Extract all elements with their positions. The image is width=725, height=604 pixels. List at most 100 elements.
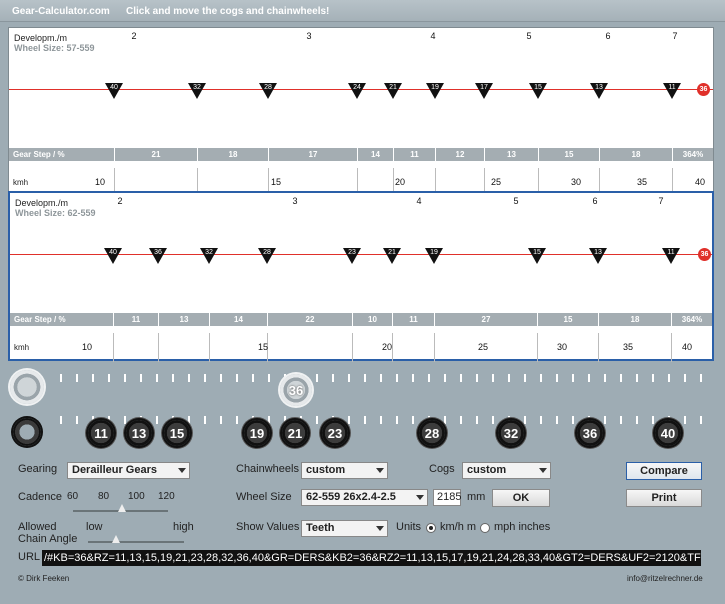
kmh-tick: 10: [81, 342, 93, 352]
develop-tick: 7: [658, 196, 664, 206]
chainring-marker[interactable]: 36: [697, 83, 710, 96]
chain-angle-slider-thumb[interactable]: [112, 535, 120, 543]
chainwheels-label: Chainwheels: [236, 463, 299, 475]
cog-marker[interactable]: 19: [425, 248, 443, 264]
cog-source-icon[interactable]: [13, 418, 41, 446]
chainwheels-select[interactable]: custom: [301, 462, 388, 479]
chain-angle-high: high: [173, 521, 194, 533]
cogs-value: custom: [467, 464, 507, 476]
cog-marker[interactable]: 28: [258, 248, 276, 264]
cog-gear[interactable]: 19: [244, 420, 270, 446]
cog-marker[interactable]: 28: [259, 83, 277, 99]
develop-label: Developm./m: [14, 33, 68, 43]
gear-step-bar: Gear Step / % 21 18 17 14 11 12 13 15 18…: [9, 148, 713, 161]
develop-tick: 6: [605, 31, 611, 41]
show-values-label: Show Values: [236, 521, 300, 533]
wheel-size-label: Wheel Size: [236, 491, 292, 503]
cog-marker[interactable]: 24: [348, 83, 366, 99]
ok-button[interactable]: OK: [492, 489, 550, 507]
hint-text: Click and move the cogs and chainwheels!: [126, 6, 330, 17]
gear-step: 14: [357, 148, 393, 161]
cog-marker[interactable]: 11: [662, 248, 680, 264]
cadence-tick: 80: [98, 491, 110, 502]
cog-marker[interactable]: 15: [528, 248, 546, 264]
cog-gear[interactable]: 40: [655, 420, 681, 446]
cog-marker[interactable]: 19: [426, 83, 444, 99]
kmh-label: kmh: [13, 178, 29, 187]
gear-step: 14: [209, 313, 267, 326]
kmh-tick: 30: [570, 177, 582, 187]
gear-selector: 36 11 13 15 19 21 23 28 32 36 40: [0, 360, 725, 452]
wheel-size-label: Wheel Size: 57-559: [14, 43, 95, 53]
kmh-tick: 40: [694, 177, 706, 187]
cog-marker[interactable]: 21: [383, 248, 401, 264]
gear-step: 11: [392, 313, 434, 326]
cog-marker[interactable]: 23: [343, 248, 361, 264]
cadence-tick: 60: [67, 491, 79, 502]
kmh-label: kmh: [14, 343, 30, 352]
cog-marker[interactable]: 17: [475, 83, 493, 99]
cog-gridline: [352, 333, 353, 362]
gear-step: 18: [197, 148, 268, 161]
url-label: URL: [18, 551, 41, 563]
cog-gridline: [113, 333, 114, 362]
develop-tick: 6: [592, 196, 598, 206]
cog-gear[interactable]: 28: [419, 420, 445, 446]
unit-mph-radio[interactable]: [480, 523, 490, 533]
cog-gridline: [671, 333, 672, 362]
cog-gridline: [598, 333, 599, 362]
cog-gear[interactable]: 36: [577, 420, 603, 446]
kmh-tick: 25: [477, 342, 489, 352]
cog-gear[interactable]: 11: [88, 420, 114, 446]
cog-gear[interactable]: 32: [498, 420, 524, 446]
cogs-select[interactable]: custom: [462, 462, 551, 479]
cog-marker[interactable]: 32: [200, 248, 218, 264]
chevron-down-icon: [539, 468, 547, 473]
wheel-size-select[interactable]: 62-559 26x2.4-2.5: [301, 489, 428, 506]
cog-marker[interactable]: 15: [529, 83, 547, 99]
chainwheel-gear[interactable]: 36: [280, 374, 312, 406]
cog-gear[interactable]: 23: [322, 420, 348, 446]
cog-gear[interactable]: 21: [282, 420, 308, 446]
cog-marker[interactable]: 36: [149, 248, 167, 264]
cogs-label: Cogs: [429, 463, 455, 475]
develop-label: Developm./m: [15, 198, 69, 208]
cog-marker[interactable]: 21: [384, 83, 402, 99]
cog-marker[interactable]: 32: [188, 83, 206, 99]
gear-step-title: Gear Step / %: [14, 315, 66, 324]
kmh-tick: 20: [394, 177, 406, 187]
cog-gear[interactable]: 15: [164, 420, 190, 446]
cog-marker[interactable]: 40: [105, 83, 123, 99]
gearing-select[interactable]: Derailleur Gears: [67, 462, 190, 479]
develop-tick: 4: [416, 196, 422, 206]
wheel-size-label: Wheel Size: 62-559: [15, 208, 96, 218]
cog-marker[interactable]: 13: [589, 248, 607, 264]
chainwheel-source-icon[interactable]: [10, 370, 44, 404]
cog-marker[interactable]: 13: [590, 83, 608, 99]
top-bar: Gear-Calculator.com Click and move the c…: [0, 0, 725, 22]
show-values-select[interactable]: Teeth: [301, 520, 388, 537]
compare-button[interactable]: Compare: [626, 462, 702, 480]
cadence-slider-thumb[interactable]: [118, 504, 126, 512]
chainring-marker[interactable]: 36: [698, 248, 711, 261]
develop-tick: 4: [430, 31, 436, 41]
print-button[interactable]: Print: [626, 489, 702, 507]
gear-step: 18: [599, 148, 672, 161]
wheel-circumference-input[interactable]: 2185: [433, 489, 461, 506]
gear-step: 27: [434, 313, 537, 326]
chevron-down-icon: [416, 495, 424, 500]
contact-email[interactable]: info@ritzelrechner.de: [627, 574, 703, 583]
cog-marker[interactable]: 40: [104, 248, 122, 264]
unit-kmh-radio[interactable]: [426, 523, 436, 533]
develop-tick: 2: [131, 31, 137, 41]
gear-step: 18: [598, 313, 671, 326]
cog-marker[interactable]: 11: [663, 83, 681, 99]
site-title[interactable]: Gear-Calculator.com: [12, 6, 110, 17]
chain-angle-slider[interactable]: [88, 541, 184, 543]
gear-step: 11: [393, 148, 435, 161]
chain-angle-low: low: [86, 521, 103, 533]
cog-gear[interactable]: 13: [126, 420, 152, 446]
cog-scale: [60, 416, 710, 424]
url-field[interactable]: /#KB=36&RZ=11,13,15,19,21,23,28,32,36,40…: [42, 550, 701, 566]
gear-step: 15: [538, 148, 599, 161]
